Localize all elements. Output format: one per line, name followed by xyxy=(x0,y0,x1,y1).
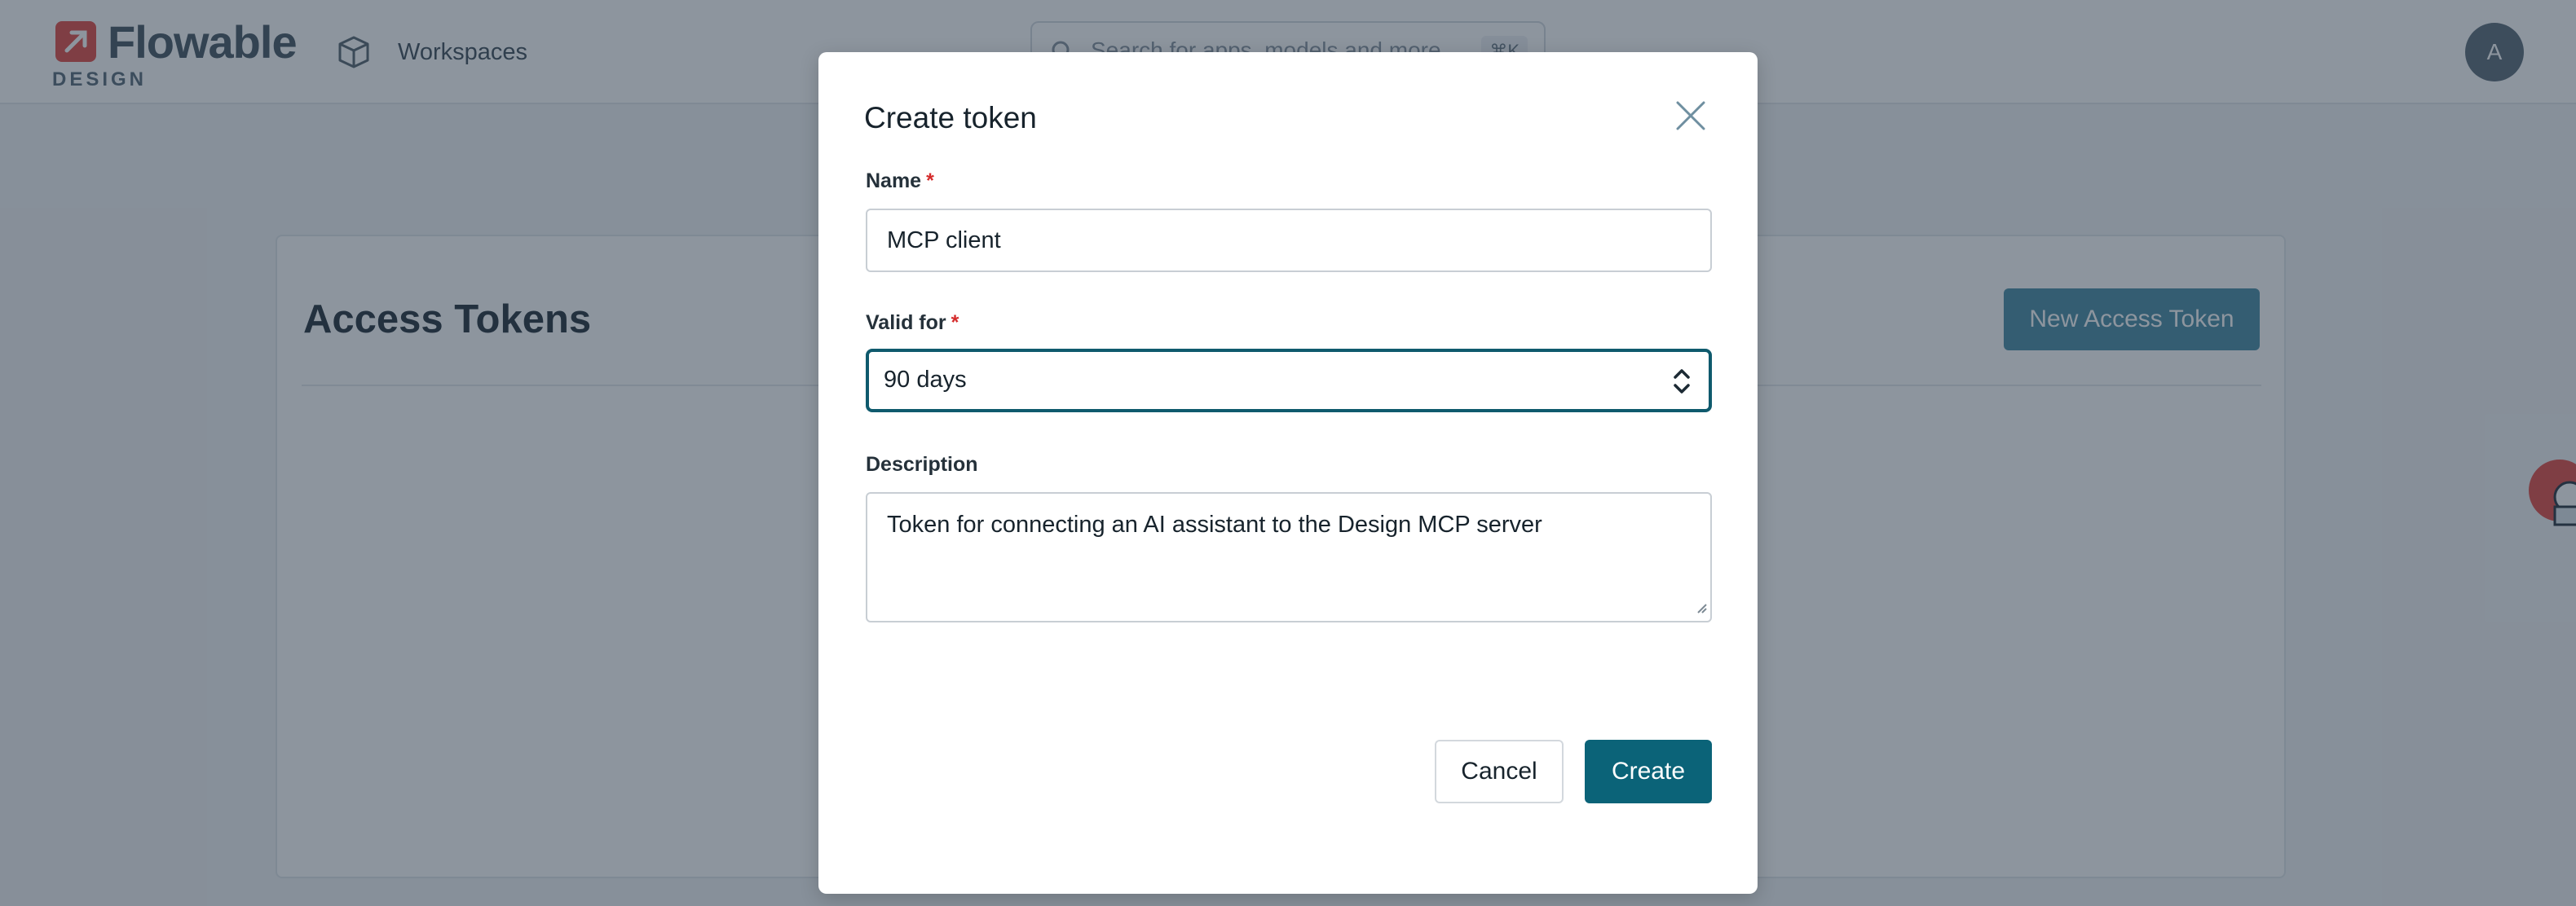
cancel-button[interactable]: Cancel xyxy=(1435,740,1564,803)
name-label: Name * xyxy=(866,169,934,193)
valid-for-select[interactable]: 90 days xyxy=(866,349,1712,412)
valid-for-value: 90 days xyxy=(884,367,967,393)
description-label-text: Description xyxy=(866,453,978,476)
close-button[interactable] xyxy=(1671,96,1710,135)
dialog-title: Create token xyxy=(864,101,1037,134)
description-value: Token for connecting an AI assistant to … xyxy=(887,512,1542,538)
description-label: Description xyxy=(866,453,978,477)
required-marker: * xyxy=(951,311,959,334)
resize-grip-icon[interactable] xyxy=(1694,600,1707,618)
valid-for-label-text: Valid for xyxy=(866,311,946,334)
valid-for-label: Valid for * xyxy=(866,311,959,335)
create-button[interactable]: Create xyxy=(1585,740,1712,803)
name-input[interactable] xyxy=(866,209,1712,272)
name-label-text: Name xyxy=(866,169,922,192)
required-marker: * xyxy=(926,169,934,192)
description-textarea[interactable]: Token for connecting an AI assistant to … xyxy=(866,492,1712,622)
chevron-up-down-icon xyxy=(1671,365,1692,402)
create-token-dialog: Create token Name* Valid for* 90 days De… xyxy=(818,52,1758,894)
close-icon xyxy=(1676,101,1705,130)
